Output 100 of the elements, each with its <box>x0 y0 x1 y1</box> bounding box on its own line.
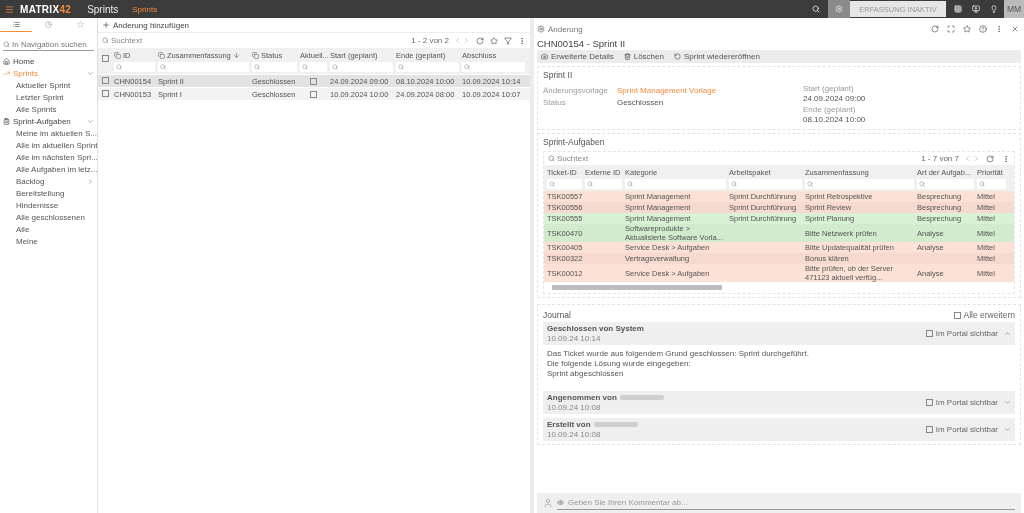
journal-entry[interactable]: Erstellt von 10.09.24 10:08 Im Portal sichtbar <box>543 418 1015 441</box>
action-button[interactable]: Erweiterte Details <box>541 52 614 61</box>
current-checkbox[interactable] <box>310 77 317 85</box>
nav-subitem[interactable]: Backlog <box>0 175 97 187</box>
chevron-down-icon <box>87 69 94 77</box>
action-button[interactable]: Löschen <box>623 52 664 61</box>
filter-field[interactable] <box>805 179 914 189</box>
refresh-icon[interactable] <box>986 154 994 163</box>
maximize-icon[interactable] <box>947 25 955 33</box>
chevron-down-icon <box>87 117 94 125</box>
row-checkbox[interactable] <box>102 76 109 84</box>
filter-field[interactable] <box>158 62 249 72</box>
row-checkbox[interactable] <box>102 89 109 97</box>
pager-text: 1 - 7 von 7 <box>921 154 959 163</box>
entry-title: Angenommen von <box>547 393 617 402</box>
nav-subitem[interactable]: Alle im aktuellen Sprint <box>0 139 97 151</box>
filter-field[interactable] <box>252 62 297 72</box>
field-label: Status <box>543 97 567 107</box>
navigation-search-field[interactable]: In Navigation suchen <box>3 38 94 51</box>
nav-subitem[interactable]: Aktueller Sprint <box>0 79 97 91</box>
star-icon[interactable] <box>963 25 971 33</box>
search-field[interactable]: Suchtext <box>557 154 920 163</box>
filter-field[interactable] <box>300 62 327 72</box>
filter-field[interactable] <box>977 179 1006 189</box>
current-checkbox[interactable] <box>310 90 317 98</box>
search-icon <box>302 64 308 70</box>
chevron-left-icon[interactable] <box>454 37 461 44</box>
search-icon <box>627 181 633 187</box>
filter-field[interactable] <box>462 62 525 72</box>
breadcrumb[interactable]: Sprints <box>132 4 158 14</box>
settings-button[interactable] <box>828 0 850 18</box>
filter-field[interactable] <box>585 179 622 189</box>
entry-title: Erstellt von <box>547 420 591 429</box>
chevron-up-icon[interactable] <box>1004 330 1011 337</box>
action-button[interactable]: Sprint wiedereröffnen <box>673 52 760 61</box>
plus-icon <box>102 21 110 29</box>
filter-field[interactable] <box>625 179 726 189</box>
lightbulb-icon[interactable] <box>990 5 998 13</box>
more-icon[interactable] <box>1002 154 1010 163</box>
nav-subitem[interactable]: Hindernisse <box>0 199 97 211</box>
nav-subitem[interactable]: Bereitstellung <box>0 187 97 199</box>
apps-icon[interactable] <box>954 5 962 13</box>
nav-subitem[interactable]: Alle geschlossenen <box>0 211 97 223</box>
chevron-right-icon[interactable] <box>973 155 980 162</box>
nav-item[interactable]: Sprint-Aufgaben <box>0 115 97 127</box>
search-icon[interactable] <box>812 5 820 13</box>
search-icon <box>102 37 109 44</box>
filter-icon[interactable] <box>504 36 512 45</box>
expand-all-checkbox[interactable]: Alle erweitern <box>953 310 1015 320</box>
close-icon[interactable] <box>1011 25 1019 33</box>
user-icon <box>543 498 553 508</box>
nav-subitem[interactable]: Alle im nächsten Spri... <box>0 151 97 163</box>
search-icon <box>548 155 555 162</box>
refresh-icon[interactable] <box>931 25 939 33</box>
filter-field[interactable] <box>114 62 155 72</box>
card-title: Sprint II <box>543 70 574 80</box>
portal-visible-checkbox[interactable]: Im Portal sichtbar <box>925 329 998 338</box>
entry-text: Das Ticket wurde aus folgendem Grund geschlossen: Sprint durchgeführt. <box>547 349 810 359</box>
search-field[interactable]: Suchtext <box>111 36 410 45</box>
filter-field[interactable] <box>547 179 582 189</box>
chevron-down-icon[interactable] <box>1004 399 1011 406</box>
user-avatar[interactable]: MM <box>1004 0 1024 18</box>
journal-entry[interactable]: Angenommen von 10.09.24 10:08 Im Portal sichtbar <box>543 391 1015 414</box>
select-all-checkbox[interactable] <box>102 55 109 62</box>
chevron-left-icon[interactable] <box>964 155 971 162</box>
search-icon <box>398 64 404 70</box>
refresh-icon[interactable] <box>476 36 484 45</box>
chevron-down-icon[interactable] <box>1004 426 1011 433</box>
chevron-right-icon[interactable] <box>463 37 470 44</box>
nav-subitem[interactable]: Letzter Sprint <box>0 91 97 103</box>
menu-icon[interactable] <box>5 4 14 14</box>
filter-field[interactable] <box>396 62 459 72</box>
nav-subitem[interactable]: Alle Aufgaben im letz... <box>0 163 97 175</box>
more-icon[interactable] <box>518 36 526 45</box>
trend-icon <box>3 69 10 77</box>
more-icon[interactable] <box>995 25 1003 33</box>
filter-field[interactable] <box>917 179 974 189</box>
field-label: Änderungsvorlage <box>543 85 609 95</box>
help-icon[interactable] <box>979 25 987 33</box>
reopen-icon <box>673 53 681 60</box>
portal-visible-checkbox[interactable]: Im Portal sichtbar <box>925 398 998 407</box>
nav-subitem[interactable]: Meine im aktuellen S... <box>0 127 97 139</box>
filter-field[interactable] <box>729 179 802 189</box>
star-icon <box>77 21 85 28</box>
nav-item[interactable]: Home <box>0 55 97 67</box>
search-icon <box>254 64 260 70</box>
nav-subitem[interactable]: Meine <box>0 235 97 247</box>
nav-subitem[interactable]: Alle <box>0 223 97 235</box>
star-icon[interactable] <box>490 36 498 45</box>
journal-entry[interactable]: Geschlossen von System 10.09.24 10:14 Im Portal sichtbar <box>543 322 1015 345</box>
card-title: Sprint-Aufgaben <box>543 137 606 147</box>
add-change-button[interactable]: Änderung hinzufügen <box>102 20 190 30</box>
search-icon <box>116 64 122 70</box>
nav-subitem[interactable]: Alle Sprints <box>0 103 97 115</box>
filter-field[interactable] <box>330 62 393 72</box>
entry-text: Sprint abgeschlossen <box>547 369 625 379</box>
list-icon <box>12 21 20 28</box>
portal-visible-checkbox[interactable]: Im Portal sichtbar <box>925 425 998 434</box>
monitor-icon[interactable] <box>972 5 980 13</box>
field-label: Start (geplant) <box>803 84 855 93</box>
